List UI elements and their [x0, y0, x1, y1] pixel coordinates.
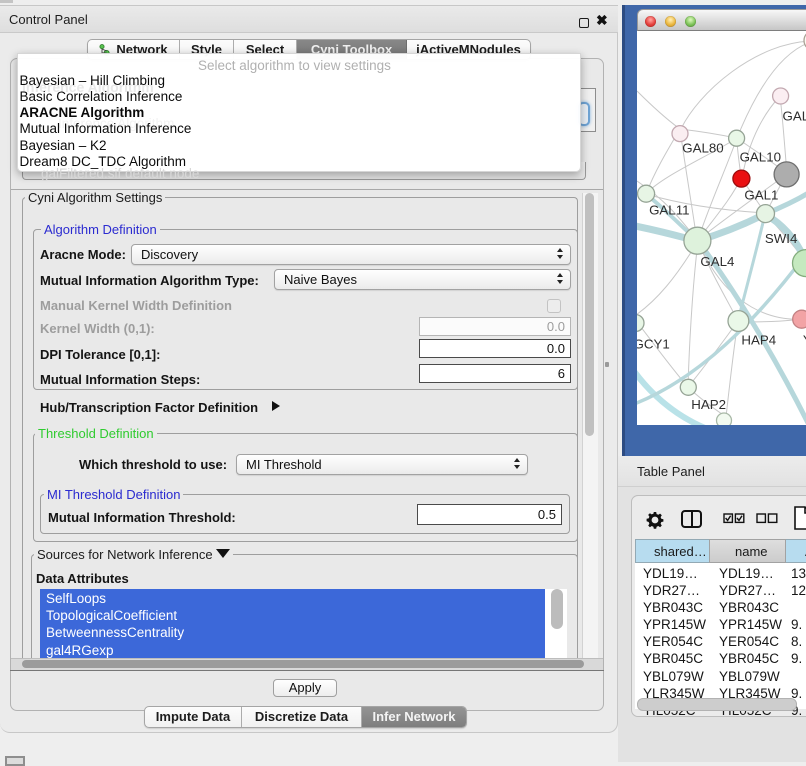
svg-text:GCY1: GCY1	[637, 337, 670, 352]
svg-text:SWI4: SWI4	[765, 231, 798, 246]
svg-text:HAP2: HAP2	[691, 397, 726, 412]
svg-text:GAL4: GAL4	[700, 254, 734, 269]
svg-text:GAL: GAL	[783, 109, 806, 124]
svg-text:HAP4: HAP4	[741, 333, 776, 348]
svg-text:GAL1: GAL1	[744, 188, 778, 203]
svg-text:GAL10: GAL10	[740, 150, 781, 165]
svg-text:GAL80: GAL80	[682, 141, 723, 156]
svg-text:GAL11: GAL11	[649, 203, 689, 218]
